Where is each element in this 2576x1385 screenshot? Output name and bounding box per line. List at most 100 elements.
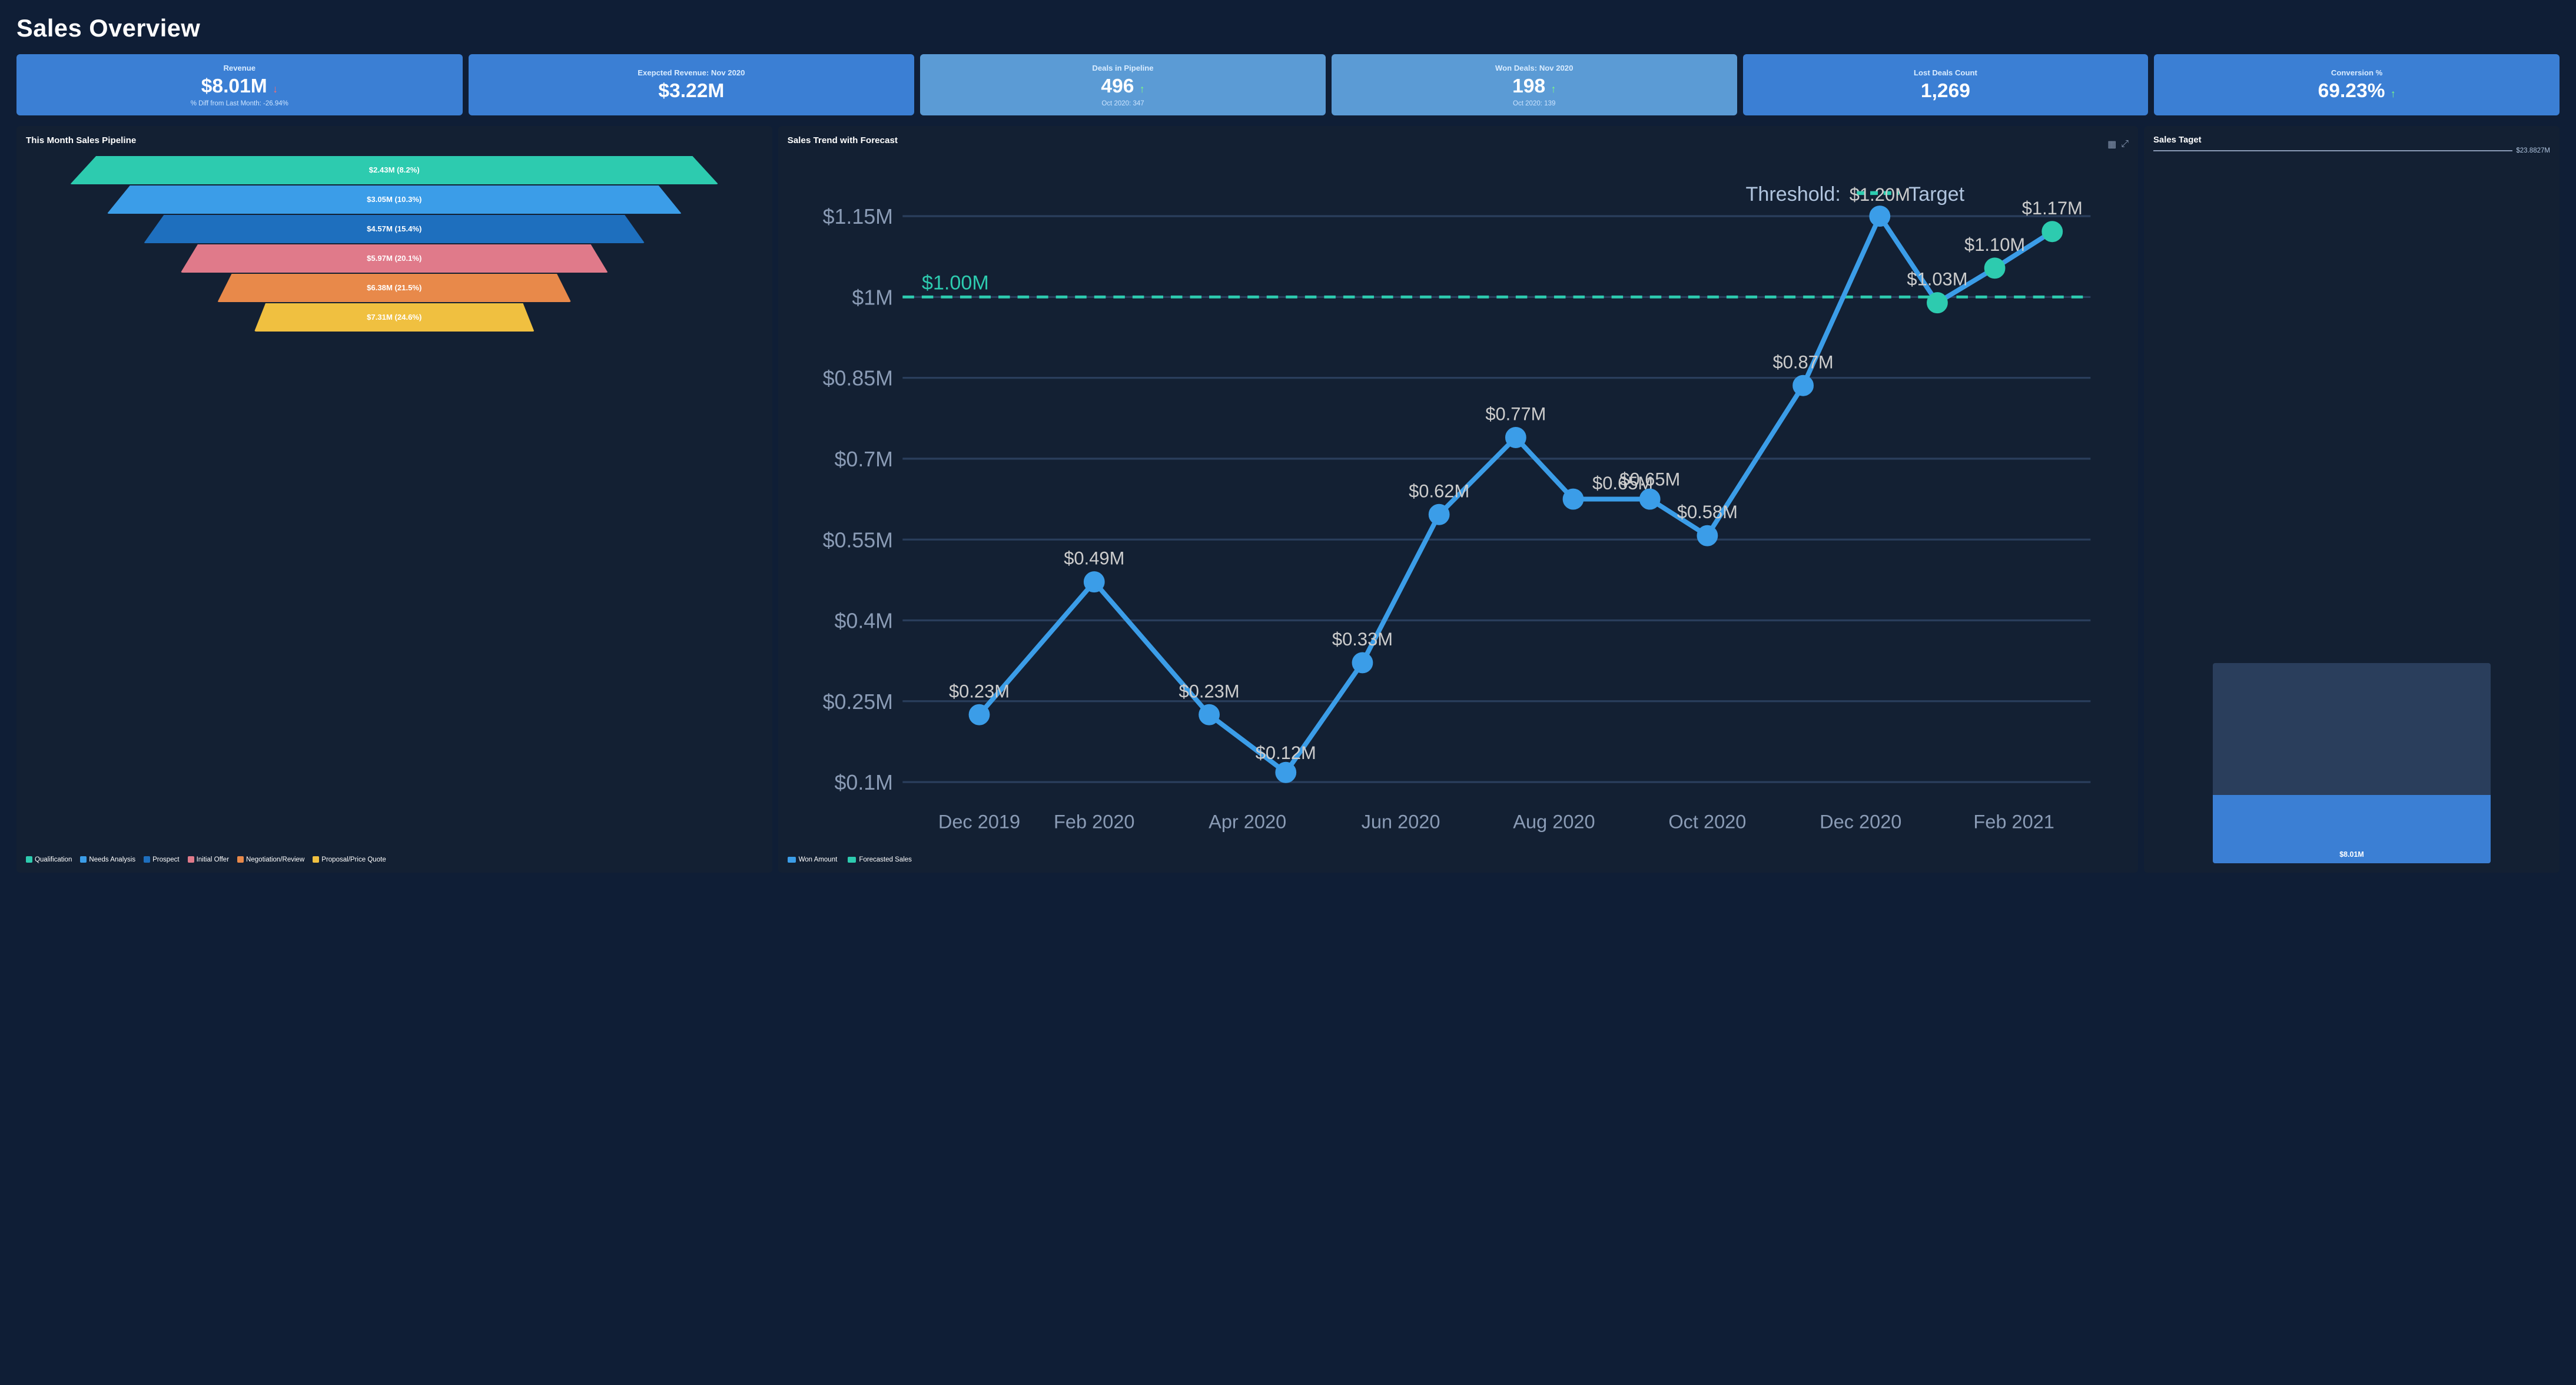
legend-label-1: Needs Analysis — [89, 856, 135, 863]
funnel-legend-item-1: Needs Analysis — [80, 856, 135, 863]
bottom-row: This Month Sales Pipeline $2.43M (8.2%)$… — [16, 126, 2560, 456]
svg-text:$0.85M: $0.85M — [822, 367, 892, 390]
svg-text:$0.77M: $0.77M — [1485, 403, 1546, 424]
forecasted-sales-legend-box — [848, 857, 856, 863]
kpi-row: Revenue $8.01M ↓ % Diff from Last Month:… — [16, 54, 2560, 115]
svg-text:Feb 2021: Feb 2021 — [1973, 810, 2054, 832]
kpi-conversion: Conversion % 69.23% ↑ — [2154, 54, 2560, 115]
sales-target-title: Sales Taget — [2153, 135, 2202, 145]
funnel-panel: This Month Sales Pipeline $2.43M (8.2%)$… — [16, 126, 772, 873]
target-line — [2153, 150, 2512, 151]
svg-text:$0.65M: $0.65M — [1619, 469, 1680, 490]
kpi-expected-revenue: Exepcted Revenue: Nov 2020 $3.22M — [469, 54, 915, 115]
svg-text:Dec 2020: Dec 2020 — [1820, 810, 1901, 832]
legend-dot-1 — [80, 856, 87, 863]
kpi-conversion-value: 69.23% ↑ — [2318, 81, 2396, 102]
kpi-revenue-value: $8.01M ↓ — [201, 76, 278, 98]
svg-text:$0.55M: $0.55M — [822, 528, 892, 552]
funnel-level-0: $2.43M (8.2%) — [70, 156, 718, 184]
svg-text:$1.03M: $1.03M — [1907, 269, 1967, 290]
svg-text:$0.23M: $0.23M — [1179, 681, 1239, 701]
svg-text:$1.10M: $1.10M — [1964, 234, 2025, 255]
target-bar-inner: $8.01M — [2213, 795, 2491, 863]
legend-dot-3 — [188, 856, 194, 863]
trend-panel-title: Sales Trend with Forecast — [788, 135, 898, 145]
chart-header: Sales Trend with Forecast ▦ ⤢ — [788, 135, 2129, 154]
legend-dot-4 — [237, 856, 244, 863]
kpi-expected-revenue-value: $3.22M — [658, 81, 724, 102]
kpi-revenue-label: Revenue — [223, 64, 255, 72]
kpi-deals-pipeline: Deals in Pipeline 496 ↑ Oct 2020: 347 — [920, 54, 1326, 115]
funnel-legend-item-4: Negotiation/Review — [237, 856, 304, 863]
sales-target-panel: Sales Taget $23.8827M $8.01M — [2144, 126, 2560, 873]
legend-label-3: Initial Offer — [197, 856, 229, 863]
svg-text:$1M: $1M — [852, 286, 893, 309]
kpi-deals-pipeline-value: 496 ↑ — [1101, 76, 1144, 98]
target-line-wrap: $23.8827M — [2153, 147, 2550, 154]
page-title: Sales Overview — [16, 14, 2560, 42]
legend-dot-2 — [144, 856, 150, 863]
funnel-panel-title: This Month Sales Pipeline — [26, 135, 763, 145]
funnel-legend-item-3: Initial Offer — [188, 856, 229, 863]
svg-text:$0.62M: $0.62M — [1409, 481, 1469, 501]
svg-text:Aug 2020: Aug 2020 — [1513, 810, 1595, 832]
kpi-revenue-sub: % Diff from Last Month: -26.94% — [191, 100, 288, 107]
legend-label-0: Qualification — [35, 856, 72, 863]
svg-text:$1.15M: $1.15M — [822, 205, 892, 228]
svg-text:$0.87M: $0.87M — [1772, 352, 1833, 372]
funnel-level-1: $3.05M (10.3%) — [107, 185, 682, 214]
conversion-arrow-up-icon: ↑ — [2391, 88, 2396, 100]
kpi-lost-deals-value: 1,269 — [1921, 81, 1970, 102]
svg-text:$1.00M: $1.00M — [921, 271, 988, 294]
chart-area: $1.15M $1M $0.85M $0.7M $0.55M $0.4M $0.… — [788, 158, 2129, 851]
svg-text:$0.49M: $0.49M — [1064, 548, 1124, 569]
kpi-conversion-label: Conversion % — [2331, 68, 2382, 77]
funnel-level-4: $6.38M (21.5%) — [217, 274, 571, 302]
target-bar-current-value: $8.01M — [2339, 850, 2364, 859]
forecasted-sales-legend-label: Forecasted Sales — [859, 856, 912, 863]
target-bar-outer: $8.01M — [2213, 663, 2491, 863]
svg-text:$0.12M: $0.12M — [1255, 743, 1316, 763]
svg-text:Jun 2020: Jun 2020 — [1361, 810, 1440, 832]
legend-label-2: Prospect — [152, 856, 179, 863]
kpi-revenue: Revenue $8.01M ↓ % Diff from Last Month:… — [16, 54, 463, 115]
svg-text:$1.17M: $1.17M — [2021, 198, 2082, 218]
chart-icons: ▦ ⤢ — [2107, 138, 2129, 150]
svg-text:Apr 2020: Apr 2020 — [1209, 810, 1286, 832]
kpi-deals-pipeline-label: Deals in Pipeline — [1092, 64, 1153, 72]
svg-text:$0.25M: $0.25M — [822, 690, 892, 714]
svg-text:$0.23M: $0.23M — [949, 681, 1010, 701]
kpi-won-deals-sub: Oct 2020: 139 — [1513, 100, 1555, 107]
target-bar-wrap: $8.01M — [2153, 163, 2550, 863]
legend-label-4: Negotiation/Review — [246, 856, 304, 863]
svg-text:Target: Target — [1908, 183, 1964, 206]
won-amount-legend-box — [788, 857, 796, 863]
funnel-level-5: $7.31M (24.6%) — [254, 303, 535, 332]
svg-text:$0.1M: $0.1M — [834, 771, 893, 794]
svg-text:$1.20M: $1.20M — [1849, 184, 1910, 205]
deals-pipeline-arrow-up-icon: ↑ — [1140, 83, 1145, 95]
funnel-legend-item-0: Qualification — [26, 856, 72, 863]
legend-dot-5 — [313, 856, 319, 863]
revenue-arrow-down-icon: ↓ — [273, 83, 278, 95]
svg-text:$0.58M: $0.58M — [1677, 502, 1737, 522]
bar-chart-icon[interactable]: ▦ — [2107, 138, 2116, 150]
kpi-won-deals: Won Deals: Nov 2020 198 ↑ Oct 2020: 139 — [1332, 54, 1737, 115]
chart-legend-won: Won Amount — [788, 856, 838, 863]
svg-text:Dec 2019: Dec 2019 — [938, 810, 1020, 832]
funnel-level-2: $4.57M (15.4%) — [144, 215, 645, 243]
funnel-level-3: $5.97M (20.1%) — [181, 244, 608, 273]
svg-text:$0.7M: $0.7M — [834, 448, 893, 471]
won-amount-legend-label: Won Amount — [799, 856, 838, 863]
svg-text:Threshold:: Threshold: — [1745, 183, 1840, 206]
funnel-legend-item-5: Proposal/Price Quote — [313, 856, 386, 863]
chart-legend-forecast: Forecasted Sales — [848, 856, 912, 863]
expand-icon[interactable]: ⤢ — [2121, 139, 2129, 150]
funnel-legend: Qualification Needs Analysis Prospect Initi… — [26, 856, 763, 863]
chart-legend-row: Won Amount Forecasted Sales — [788, 856, 2129, 863]
trend-panel: Sales Trend with Forecast ▦ ⤢ $1.15M $1M — [778, 126, 2138, 873]
legend-label-5: Proposal/Price Quote — [321, 856, 386, 863]
legend-dot-0 — [26, 856, 32, 863]
kpi-won-deals-label: Won Deals: Nov 2020 — [1495, 64, 1573, 72]
svg-text:Oct 2020: Oct 2020 — [1668, 810, 1746, 832]
